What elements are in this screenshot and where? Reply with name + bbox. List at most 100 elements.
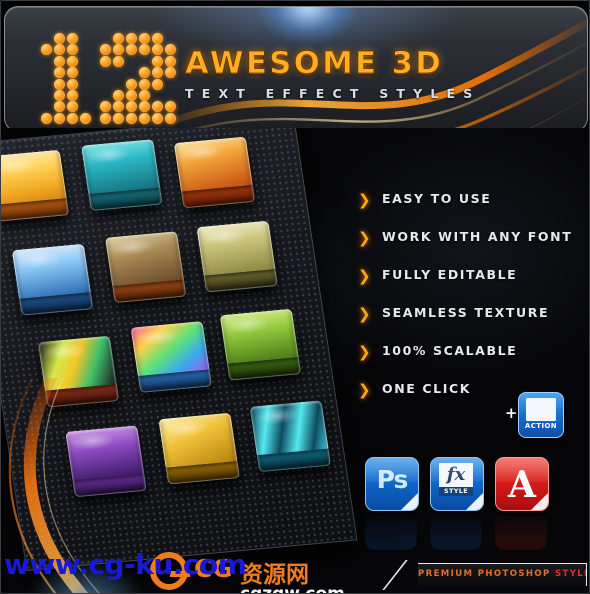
tile-gold-brushed [0, 149, 70, 222]
matrix-number-12 [41, 33, 176, 127]
matrix-dot [165, 67, 176, 79]
matrix-dot [113, 44, 124, 56]
matrix-dot [139, 112, 150, 124]
matrix-dot [54, 33, 65, 44]
tile-rust-grunge [104, 231, 187, 304]
tile-face [0, 149, 67, 205]
matrix-dot [165, 55, 176, 67]
matrix-dot [100, 101, 111, 113]
watermark-bottom-url: www.cg-ku.com [4, 548, 247, 581]
footer-text-premium: PREMIUM PHOTOSHOP [418, 569, 555, 579]
feature-item-2: ❯ WORK WITH ANY FONT [358, 228, 584, 266]
matrix-dot [54, 78, 65, 90]
matrix-dot [54, 90, 65, 101]
tile-face [158, 412, 238, 468]
matrix-dot [54, 112, 65, 124]
matrix-dot [41, 44, 52, 56]
fx-style-icon-reflection [430, 510, 482, 550]
feature-item-label: EASY TO USE [382, 191, 492, 206]
matrix-dot [54, 67, 65, 79]
matrix-dot [113, 33, 124, 44]
feature-item-5: ❯ 100% SCALABLE [358, 342, 584, 380]
tile-face [219, 308, 299, 364]
matrix-dot [67, 44, 78, 56]
matrix-dot [100, 112, 111, 124]
tile-green-mesh [219, 308, 302, 381]
matrix-dot [152, 67, 163, 79]
matrix-dot [67, 67, 78, 79]
page-fold-icon [466, 493, 483, 510]
action-sheet-graphic [526, 398, 556, 421]
feature-list: ❯ EASY TO USE ❯ WORK WITH ANY FONT ❯ FULLY ED… [358, 190, 584, 418]
plus-sign: + [505, 404, 518, 422]
feature-item-label: FULLY EDITABLE [382, 267, 518, 282]
footer-banner-text: PREMIUM PHOTOSHOP STYLES [418, 569, 586, 579]
matrix-dot [100, 44, 111, 56]
page-fold-icon [531, 493, 548, 510]
matrix-dot [126, 33, 137, 44]
action-icon-label: ACTION [524, 422, 558, 430]
feature-item-label: SEAMLESS TEXTURE [382, 305, 550, 320]
matrix-dot [67, 33, 78, 44]
matrix-dot [67, 101, 78, 113]
feature-item-label: WORK WITH ANY FONT [382, 229, 573, 244]
matrix-dot [113, 55, 124, 67]
tile-face [249, 400, 329, 456]
tile-face [196, 220, 276, 276]
matrix-dot [54, 55, 65, 67]
header-lens-flare [260, 7, 356, 43]
matrix-dot [139, 78, 150, 90]
footer-text-styles: STYLES [554, 569, 586, 579]
action-file-icon: ACTION [518, 392, 564, 438]
title-block: AWESOME 3D TEXT EFFECT STYLES [185, 48, 480, 101]
matrix-dot [139, 67, 150, 79]
photoshop-icon-reflection [365, 510, 417, 550]
header-panel: AWESOME 3D TEXT EFFECT STYLES [4, 6, 588, 132]
tile-purple-carbon [65, 425, 147, 498]
tile-rainbow-stripe [37, 335, 120, 408]
photoshop-icon-label: Ps [376, 465, 409, 494]
tile-gold-quilt [158, 412, 240, 485]
chevron-right-icon: ❯ [358, 229, 371, 247]
matrix-dot [67, 78, 78, 90]
feature-item-4: ❯ SEAMLESS TEXTURE [358, 304, 584, 342]
matrix-dot [152, 78, 163, 90]
matrix-dot [54, 101, 65, 113]
fx-style-icon[interactable]: fx STYLE [430, 457, 484, 511]
matrix-dot [152, 101, 163, 113]
matrix-dot [139, 90, 150, 101]
tile-cyan-stripe [249, 400, 332, 473]
matrix-dot [41, 112, 52, 124]
matrix-dot [100, 55, 111, 67]
matrix-dot [126, 44, 137, 56]
photoshop-icon[interactable]: Ps [365, 457, 419, 511]
matrix-dot [54, 44, 65, 56]
tile-face [130, 321, 210, 376]
tile-orange-glitter [173, 136, 256, 209]
matrix-dot [139, 101, 150, 113]
matrix-dot [113, 101, 124, 113]
pdf-icon[interactable]: A [495, 457, 549, 511]
chevron-right-icon: ❯ [358, 381, 371, 399]
tile-face [37, 335, 117, 391]
tile-face [65, 425, 145, 481]
feature-item-3: ❯ FULLY EDITABLE [358, 266, 584, 304]
tile-blue-honeycomb [11, 243, 94, 316]
matrix-dot [126, 78, 137, 90]
fx-icon-label: fx [446, 464, 466, 485]
matrix-dot [67, 112, 78, 124]
matrix-dot [165, 44, 176, 56]
poster-canvas: AWESOME 3D TEXT EFFECT STYLES CG 资源网 cgz… [0, 0, 590, 594]
pdf-icon-reflection [495, 510, 547, 550]
matrix-dot [80, 112, 91, 124]
watermark-domain: cgzgw.com [240, 584, 345, 594]
matrix-dot [152, 55, 163, 67]
tile-face [11, 243, 91, 299]
matrix-dot [139, 44, 150, 56]
matrix-dot [152, 112, 163, 124]
style-tile-board [0, 128, 358, 571]
feature-item-label: 100% SCALABLE [382, 343, 518, 358]
tile-face [81, 139, 161, 195]
chevron-right-icon: ❯ [358, 343, 371, 361]
footer-banner: PREMIUM PHOTOSHOP STYLES [418, 563, 587, 586]
